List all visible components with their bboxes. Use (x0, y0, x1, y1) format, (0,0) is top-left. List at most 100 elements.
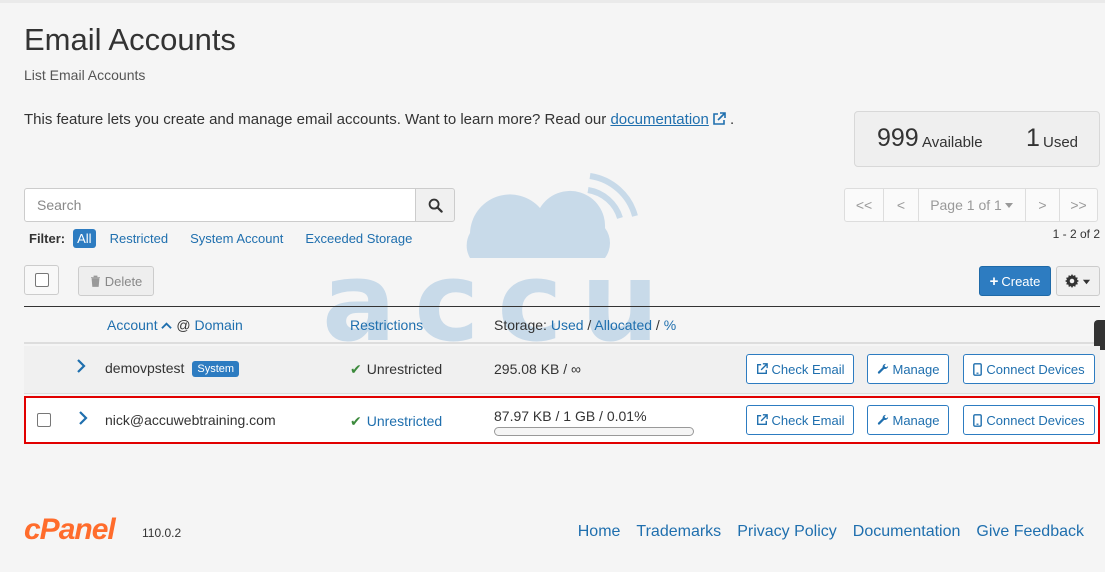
trash-icon (90, 275, 100, 287)
row-checkbox-wrap (37, 413, 51, 430)
expand-row-icon[interactable] (76, 358, 86, 379)
restriction-cell: ✔ Unrestricted (350, 413, 442, 430)
restriction-cell: ✔ Unrestricted (350, 361, 442, 378)
search-bar (24, 188, 455, 222)
footer-link-give-feedback[interactable]: Give Feedback (976, 523, 1084, 541)
used-count: 1 (1026, 124, 1040, 152)
result-range: 1 - 2 of 2 (1052, 227, 1100, 241)
footer-link-privacy-policy[interactable]: Privacy Policy (737, 523, 837, 541)
select-all-checkbox-wrap (24, 265, 59, 295)
next-page-button[interactable]: > (1025, 188, 1060, 222)
connect-devices-button[interactable]: Connect Devices (963, 405, 1095, 435)
wrench-icon (877, 363, 888, 374)
connect-devices-label: Connect Devices (986, 361, 1085, 377)
storage-usage: 295.08 KB / ∞ (494, 361, 582, 377)
mobile-icon (973, 413, 983, 427)
manage-label: Manage (892, 361, 940, 377)
manage-button[interactable]: Manage (867, 354, 949, 384)
documentation-link[interactable]: documentation (610, 111, 708, 128)
select-all-checkbox[interactable] (34, 273, 49, 287)
restriction-status[interactable]: Unrestricted (367, 413, 442, 429)
account-name: nick@accuwebtraining.com (105, 412, 276, 428)
account-header[interactable]: Account (107, 317, 158, 333)
check-email-label: Check Email (771, 361, 845, 377)
top-strip (0, 0, 1105, 3)
page-subtitle: List Email Accounts (24, 67, 146, 83)
domain-header[interactable]: Domain (194, 317, 242, 333)
footer-link-trademarks[interactable]: Trademarks (636, 523, 721, 541)
filter-all[interactable]: All (73, 229, 96, 248)
system-badge: System (192, 361, 240, 377)
storage-progress-bar (494, 427, 694, 436)
filter-exceeded-storage[interactable]: Exceeded Storage (305, 231, 412, 246)
storage-label: Storage: (494, 317, 547, 333)
last-page-button[interactable]: >> (1059, 188, 1098, 222)
footer-links: Home Trademarks Privacy Policy Documenta… (578, 523, 1084, 541)
connect-devices-label: Connect Devices (986, 412, 1085, 428)
create-button[interactable]: + Create (979, 266, 1051, 296)
table-header: Account @ Domain Restrictions Storage: U… (24, 306, 1100, 344)
external-link-icon (712, 112, 726, 126)
prev-page-button[interactable]: < (883, 188, 919, 222)
check-email-label: Check Email (771, 412, 845, 428)
percent-header[interactable]: % (664, 317, 676, 333)
feature-description: This feature lets you create and manage … (24, 111, 734, 128)
check-email-button[interactable]: Check Email (746, 405, 854, 435)
check-email-button[interactable]: Check Email (746, 354, 854, 384)
caret-down-icon (1082, 279, 1091, 284)
wrench-icon (877, 414, 888, 425)
footer-link-documentation[interactable]: Documentation (853, 523, 961, 541)
row-checkbox[interactable] (37, 413, 51, 427)
plus-icon: + (989, 272, 999, 290)
search-button[interactable] (415, 188, 455, 222)
mobile-icon (973, 362, 983, 376)
filter-bar: Filter: All Restricted System Account Ex… (29, 229, 434, 248)
create-label: Create (1001, 273, 1041, 289)
sort-up-icon (161, 322, 173, 329)
connect-devices-button[interactable]: Connect Devices (963, 354, 1095, 384)
used-label: Used (1043, 134, 1079, 151)
description-end: . (730, 111, 735, 128)
restriction-status: Unrestricted (366, 361, 443, 377)
checkmark-icon: ✔ (350, 413, 362, 429)
external-link-icon (756, 414, 768, 425)
pagination: << < Page 1 of 1 > >> (844, 188, 1098, 222)
account-domain-header[interactable]: Account @ Domain (107, 317, 243, 333)
search-icon (428, 198, 443, 213)
page-title: Email Accounts (24, 22, 236, 57)
checkmark-icon: ✔ (350, 361, 362, 377)
available-label: Available (922, 134, 983, 151)
expand-row-icon[interactable] (78, 410, 88, 431)
filter-system-account[interactable]: System Account (190, 231, 283, 246)
allocated-header[interactable]: Allocated (594, 317, 652, 333)
quota-stats: 999 Available 1 Used (854, 111, 1100, 167)
delete-label: Delete (104, 273, 143, 289)
filter-label: Filter: (29, 231, 66, 246)
page-select-label: Page 1 of 1 (930, 197, 1002, 213)
storage-header: Storage: Used / Allocated / % (494, 317, 676, 333)
storage-usage: 87.97 KB / 1 GB / 0.01% (494, 408, 647, 424)
settings-dropdown-button[interactable] (1056, 266, 1100, 296)
available-count: 999 (877, 124, 919, 152)
gear-icon (1065, 274, 1079, 288)
table-row: demovpstest System ✔ Unrestricted 295.08 K… (24, 346, 1100, 394)
manage-label: Manage (892, 412, 940, 428)
manage-button[interactable]: Manage (867, 405, 949, 435)
delete-button[interactable]: Delete (78, 266, 154, 296)
cpanel-version: 110.0.2 (142, 526, 182, 540)
caret-down-icon (1004, 203, 1013, 208)
table-row-highlighted: nick@accuwebtraining.com ✔ Unrestricted 8… (24, 396, 1100, 444)
restrictions-header[interactable]: Restrictions (350, 317, 423, 333)
at-symbol: @ (176, 317, 191, 333)
header-slash-2: / (655, 317, 660, 333)
header-slash-1: / (587, 317, 592, 333)
account-cell: demovpstest System (105, 360, 240, 377)
used-header[interactable]: Used (551, 317, 584, 333)
search-input[interactable] (24, 188, 416, 222)
filter-restricted[interactable]: Restricted (110, 231, 169, 246)
cpanel-logo[interactable]: cPanel (24, 513, 116, 547)
external-link-icon (756, 363, 768, 374)
footer-link-home[interactable]: Home (578, 523, 621, 541)
first-page-button[interactable]: << (844, 188, 884, 222)
page-select[interactable]: Page 1 of 1 (918, 188, 1026, 222)
